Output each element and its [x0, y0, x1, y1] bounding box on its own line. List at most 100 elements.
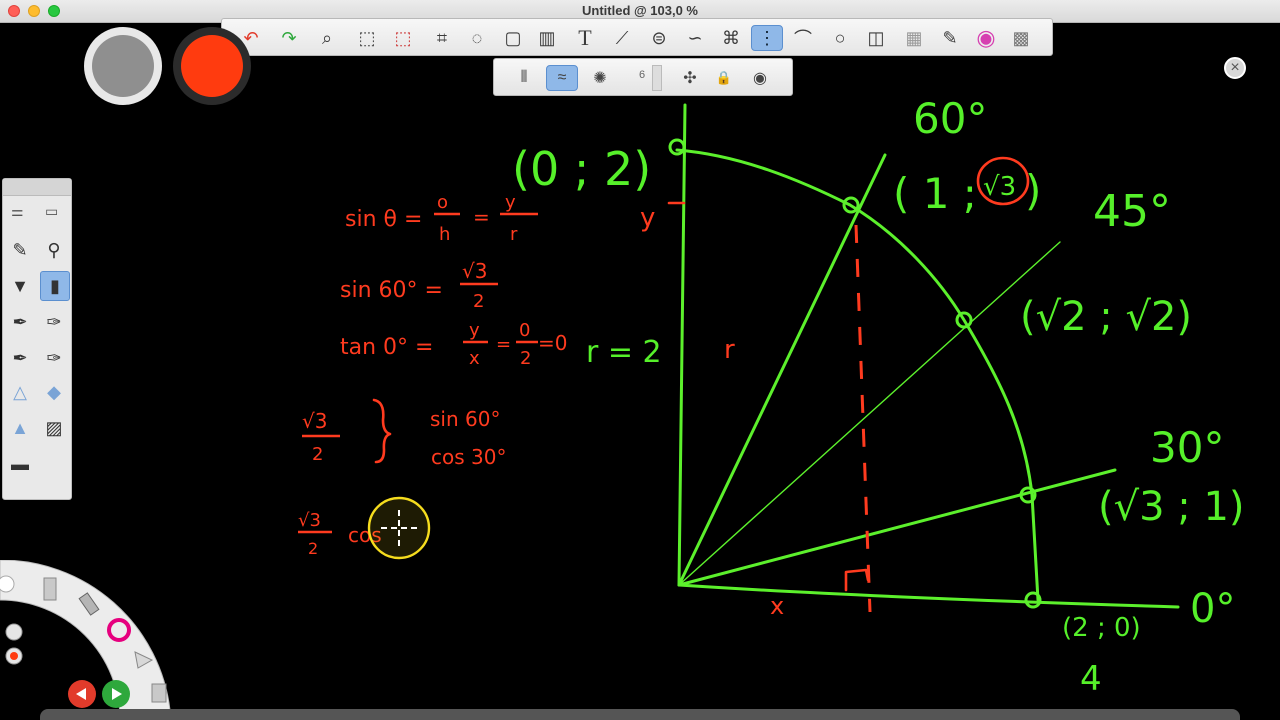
symmetry-vertical-icon[interactable]: ⦀ — [510, 65, 538, 91]
lock-icon[interactable]: 🔒 — [710, 65, 738, 91]
symmetry-radial-icon[interactable]: ✺ — [586, 65, 614, 91]
ray-60 — [677, 153, 887, 587]
palette-header[interactable] — [3, 179, 71, 196]
visibility-eye-icon[interactable]: ◉ — [746, 65, 774, 91]
red-two-d: 2 — [308, 539, 318, 558]
redo-icon[interactable]: ↷ — [276, 25, 302, 51]
selection-add-icon[interactable]: ⬚ — [390, 25, 416, 51]
transform-icon[interactable]: ▢ — [500, 25, 526, 51]
red-zero: 0 — [519, 320, 530, 341]
airbrush-icon[interactable]: ⚲ — [41, 237, 67, 263]
color-wheel-icon[interactable]: ◉ — [973, 25, 999, 51]
quarter-arc — [675, 148, 1040, 602]
green-angle-60: 60° — [913, 94, 987, 143]
perspective-icon[interactable]: ⌘ — [718, 25, 744, 51]
close-icon[interactable]: × — [1224, 57, 1246, 79]
brushes-icon[interactable]: ✎ — [937, 25, 963, 51]
text-icon[interactable]: T — [572, 25, 598, 51]
red-y: y — [505, 192, 516, 213]
palette-list-icon[interactable]: ▭ — [45, 203, 58, 220]
chisel-marker-icon[interactable]: ▮ — [40, 271, 70, 301]
palette-settings-icon[interactable]: ⚌ — [11, 203, 24, 220]
red-cos-d: cos — [348, 523, 382, 547]
fountain-pen-icon[interactable]: ✑ — [41, 345, 67, 371]
ink-pen-icon[interactable]: ✒ — [7, 345, 33, 371]
dashed-height-line — [854, 224, 872, 613]
x-axis-line — [677, 583, 1180, 609]
green-point-sqrt2: (√2 ; √2) — [1020, 294, 1192, 340]
symmetry-icon[interactable]: ⋮ — [751, 25, 783, 51]
red-sin60-b: sin 60° — [430, 407, 500, 431]
red-color-swatch — [181, 35, 243, 97]
red-sqrt3-b: √3 — [302, 409, 327, 433]
y-axis-line — [677, 103, 687, 587]
brush-size-slider[interactable] — [652, 65, 662, 91]
red-x-axis: x — [770, 592, 784, 620]
brush-size-value: 6 — [639, 69, 646, 81]
cursor-highlight — [367, 496, 431, 560]
red-cos30-b: cos 30° — [431, 445, 506, 469]
point-45 — [955, 311, 973, 329]
shape-icon[interactable]: ◫ — [863, 25, 889, 51]
green-angle-0: 0° — [1190, 586, 1235, 632]
ballpoint-pen-icon[interactable]: ✒ — [7, 309, 33, 335]
red-eq2: = — [496, 334, 511, 355]
fine-pen-icon[interactable]: ✑ — [41, 309, 67, 335]
main-toolbar: ↶ ↷ ⌕ ⬚ ⬚ ⌗ ◌ ▢ ▥ T ⟋ ⊜ ∽ ⌘ ⋮ ⌒ ○ ◫ ▦ ✎ … — [221, 18, 1053, 56]
eraser-icon[interactable]: ▨ — [41, 415, 67, 441]
layers-icon[interactable]: ▥ — [534, 25, 560, 51]
green-number-4: 4 — [1080, 659, 1102, 699]
lagoon-lock-icon[interactable] — [5, 623, 23, 641]
red-y-axis: y — [640, 203, 655, 233]
crop-icon[interactable]: ⌗ — [429, 25, 455, 51]
smudge-icon[interactable]: △ — [7, 379, 33, 405]
symmetry-center-icon[interactable]: ✣ — [676, 65, 704, 91]
red-tan0: tan 0° = — [340, 335, 433, 360]
line-icon[interactable]: ⌒ — [790, 25, 816, 51]
blur-drop-icon[interactable]: ◆ — [41, 379, 67, 405]
sharpen-icon[interactable]: ▲ — [7, 415, 33, 441]
lagoon-brush-icon[interactable] — [43, 577, 57, 601]
point-2-0 — [1024, 591, 1042, 609]
lagoon-layers-icon[interactable] — [151, 683, 167, 703]
copic-icon[interactable]: ▦ — [901, 25, 927, 51]
pencil-icon[interactable]: ✎ — [7, 237, 33, 263]
symmetry-wave-icon[interactable]: ≈ — [546, 65, 578, 91]
green-r-eq-2: r = 2 — [586, 335, 662, 370]
lasso-transform-icon[interactable]: ◌ — [464, 25, 490, 51]
point-60 — [842, 196, 860, 214]
green-angle-45: 45° — [1093, 186, 1171, 237]
red-sin60: sin 60° = — [340, 278, 443, 303]
red-x2: x — [469, 348, 480, 369]
green-angle-30: 30° — [1150, 423, 1224, 472]
fill-bucket-icon[interactable]: ▬ — [7, 451, 33, 477]
dock-bar — [40, 709, 1240, 720]
ray-45 — [678, 241, 1061, 586]
selection-icon[interactable]: ⬚ — [354, 25, 380, 51]
circle-icon[interactable]: ○ — [827, 25, 853, 51]
right-angle-mark — [844, 568, 870, 592]
red-r: r — [510, 224, 518, 245]
magnifier-icon[interactable]: ⌕ — [314, 25, 340, 51]
red-two-b: 2 — [520, 348, 531, 369]
brace — [372, 398, 392, 464]
point-0-2 — [668, 138, 686, 156]
red-circle-highlight — [976, 156, 1030, 206]
green-point-1-open: ( 1 ; — [893, 169, 977, 218]
french-curve-icon[interactable]: ∽ — [682, 25, 708, 51]
window-title: Untitled @ 103,0 % — [582, 3, 698, 18]
color-puck[interactable] — [173, 27, 251, 105]
brush-palette-icon[interactable]: ▩ — [1008, 25, 1034, 51]
ruler-icon[interactable]: ⟋ — [609, 25, 635, 51]
marker-icon[interactable]: ▼ — [7, 273, 33, 299]
red-two-c: 2 — [312, 444, 323, 465]
red-sin-theta: sin θ = — [345, 207, 422, 232]
green-point-1-close: ) — [1025, 166, 1041, 215]
whiteboard-canvas[interactable]: (0 ; 2) 60° ( 1 ; √3 ) 45° (√2 ; √2) r =… — [0, 0, 1280, 720]
brush-size-puck[interactable] — [84, 27, 162, 105]
unit-circle-diagram — [668, 103, 1180, 609]
ellipse-guide-icon[interactable]: ⊜ — [646, 25, 672, 51]
green-point-1-sqrt3: √3 — [983, 172, 1016, 202]
red-eq-zero: =0 — [538, 331, 567, 355]
lagoon-settings-icon[interactable] — [0, 575, 15, 593]
